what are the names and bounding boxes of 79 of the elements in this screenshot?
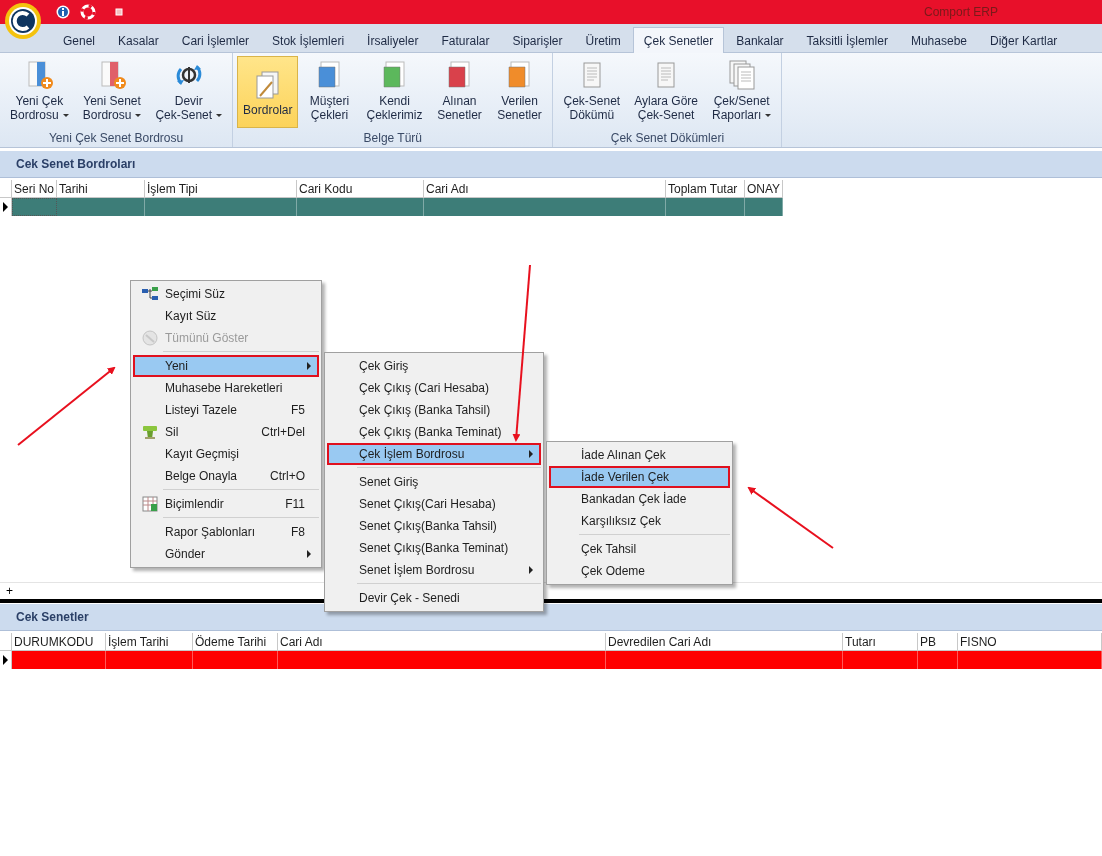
menu-item[interactable]: Çek Çıkış (Banka Teminat)	[327, 421, 541, 443]
ribbon-button[interactable]: Aylara Göre Çek-Senet	[628, 56, 704, 128]
column-header[interactable]: İşlem Tipi	[145, 180, 297, 198]
menu-item[interactable]: Kayıt Süz	[133, 305, 319, 327]
ribbon-tab[interactable]: Çek Senetler	[632, 27, 725, 53]
column-header[interactable]: Cari Kodu	[297, 180, 424, 198]
ribbon-button[interactable]: Alınan Senetler	[430, 56, 489, 128]
menu-item[interactable]: Kayıt Geçmişi	[133, 443, 319, 465]
ribbon-tab[interactable]: Kasalar	[107, 28, 170, 52]
lifebuoy-icon[interactable]	[80, 4, 96, 20]
ribbon-button[interactable]: Müşteri Çekleri	[300, 56, 359, 128]
ribbon-tab[interactable]: Stok İşlemleri	[261, 28, 356, 52]
delete-icon	[142, 424, 158, 440]
ribbon-button[interactable]: Yeni Çek Bordrosu	[4, 56, 75, 128]
menu-item[interactable]: Senet Çıkış(Banka Teminat)	[327, 537, 541, 559]
panel-header: Cek Senetler	[0, 604, 1102, 631]
column-header[interactable]: Devredilen Cari Adı	[606, 633, 843, 651]
column-header[interactable]: Tarihi	[57, 180, 145, 198]
ribbon-button[interactable]: Çek/Senet Raporları	[706, 56, 778, 128]
window-title: Comport ERP	[923, 5, 998, 19]
menu-item[interactable]: Listeyi Tazele F5	[133, 399, 319, 421]
menu-item[interactable]: İade Verilen Çek	[549, 466, 730, 488]
column-header[interactable]: ONAY	[745, 180, 783, 198]
menu-item[interactable]: Senet İşlem Bordrosu	[327, 559, 541, 581]
menu-item[interactable]: Muhasebe Hareketleri	[133, 377, 319, 399]
ribbon-button[interactable]: Devir Çek-Senet	[149, 56, 229, 128]
menu-item[interactable]: Senet Giriş	[327, 471, 541, 493]
menu-item[interactable]: Yeni	[133, 355, 319, 377]
menu-item[interactable]: Çek Odeme	[549, 560, 730, 582]
column-header[interactable]: Tutarı	[843, 633, 918, 651]
filter-clear-icon	[142, 330, 158, 346]
group-caption: Belge Türü	[362, 131, 424, 147]
column-header[interactable]: Seri No	[12, 180, 57, 198]
panel-header: Cek Senet Bordroları	[0, 151, 1102, 178]
ribbon-tab[interactable]: İrsaliyeler	[356, 28, 430, 52]
column-header[interactable]: İşlem Tarihi	[106, 633, 193, 651]
column-header[interactable]: DURUMKODU	[12, 633, 106, 651]
ribbon-tab[interactable]: Diğer Kartlar	[979, 28, 1069, 52]
ribbon-tab[interactable]: Cari İşlemler	[170, 28, 261, 52]
ribbon-button[interactable]: Kendi Çeklerimiz	[360, 56, 429, 128]
menu-item[interactable]: Çek Giriş	[327, 355, 541, 377]
group-caption: Yeni Çek Senet Bordrosu	[47, 131, 185, 147]
column-header[interactable]: Ödeme Tarihi	[193, 633, 278, 651]
menu-item[interactable]: Rapor Şablonları F8	[133, 521, 319, 543]
menu-item[interactable]: Belge Onayla Ctrl+O	[133, 465, 319, 487]
filter-icon	[142, 287, 158, 301]
column-header[interactable]: Cari Adı	[424, 180, 666, 198]
column-header[interactable]: FISNO	[958, 633, 1102, 651]
ribbon-button[interactable]: Bordrolar	[237, 56, 299, 128]
menu-item[interactable]: İade Alınan Çek	[549, 444, 730, 466]
column-header[interactable]: PB	[918, 633, 958, 651]
menu-item[interactable]: Bankadan Çek İade	[549, 488, 730, 510]
table-format-icon	[142, 496, 158, 512]
menu-item[interactable]: Senet Çıkış(Cari Hesaba)	[327, 493, 541, 515]
group-caption: Çek Senet Dökümleri	[609, 131, 726, 147]
ribbon-tab[interactable]: Faturalar	[430, 28, 501, 52]
ribbon-tab[interactable]: Bankalar	[725, 28, 795, 52]
column-header[interactable]: Cari Adı	[278, 633, 606, 651]
menu-item[interactable]: Çek Çıkış (Banka Tahsil)	[327, 399, 541, 421]
ribbon-tab[interactable]: Siparişler	[501, 28, 574, 52]
ribbon-button[interactable]: Yeni Senet Bordrosu	[76, 56, 148, 128]
menu-item[interactable]: Çek Çıkış (Cari Hesaba)	[327, 377, 541, 399]
ribbon-tab[interactable]: Genel	[52, 28, 107, 52]
menu-item[interactable]: Çek İşlem Bordrosu	[327, 443, 541, 465]
menu-item[interactable]: Gönder	[133, 543, 319, 565]
ribbon-tab[interactable]: Muhasebe	[899, 28, 978, 52]
menu-item[interactable]: Seçimi Süz	[133, 283, 319, 305]
menu-item[interactable]: Senet Çıkış(Banka Tahsil)	[327, 515, 541, 537]
info-icon[interactable]	[56, 5, 70, 19]
ribbon-button[interactable]: Çek-Senet Dökümü	[557, 56, 627, 128]
ribbon-tab[interactable]: Üretim	[574, 28, 632, 52]
ribbon-tab[interactable]: Taksitli İşlemler	[795, 28, 899, 52]
ribbon-button[interactable]: Verilen Senetler	[490, 56, 549, 128]
menu-item[interactable]: Karşılıksız Çek	[549, 510, 730, 532]
add-button[interactable]: +	[6, 584, 13, 598]
menu-item[interactable]: Biçimlendir F11	[133, 493, 319, 515]
column-header[interactable]: Toplam Tutar	[666, 180, 745, 198]
menu-item[interactable]: Çek Tahsil	[549, 538, 730, 560]
menu-item[interactable]: Sil Ctrl+Del	[133, 421, 319, 443]
